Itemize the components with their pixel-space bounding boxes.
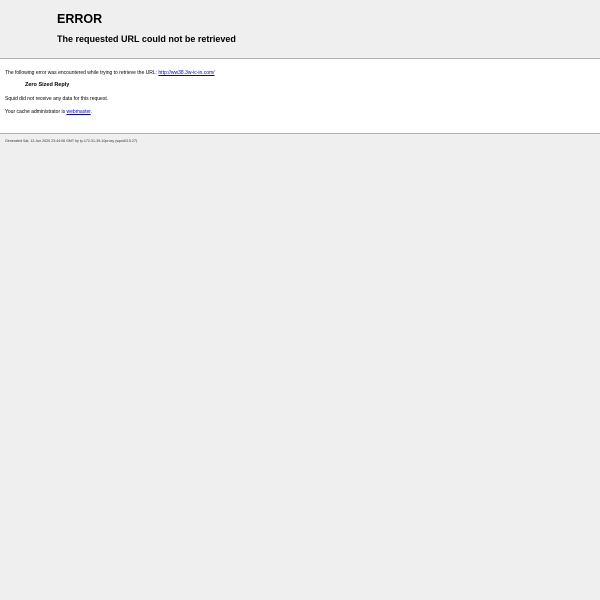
requested-url-link[interactable]: http://ww38.3w-ic-in.com/ — [158, 70, 214, 76]
cache-admin-suffix: . — [90, 109, 93, 115]
generated-footer: Generated Sat, 13 Jun 2020 23:44:06 GMT … — [5, 139, 138, 143]
error-intro: The following error was encountered whil… — [5, 70, 215, 77]
cache-admin-text: Your cache administrator is — [5, 109, 67, 115]
error-intro-text: The following error was encountered whil… — [5, 70, 159, 76]
error-description: Squid did not receive any data for this … — [5, 96, 109, 102]
page-title: ERROR — [57, 12, 103, 26]
error-reason: Zero Sized Reply — [25, 82, 70, 88]
page-subtitle: The requested URL could not be retrieved — [57, 34, 236, 44]
webmaster-link[interactable]: webmaster — [67, 109, 91, 115]
error-content: The following error was encountered whil… — [0, 59, 600, 134]
error-header: ERROR The requested URL could not be ret… — [0, 0, 600, 59]
cache-admin-line: Your cache administrator is webmaster. — [5, 109, 92, 116]
